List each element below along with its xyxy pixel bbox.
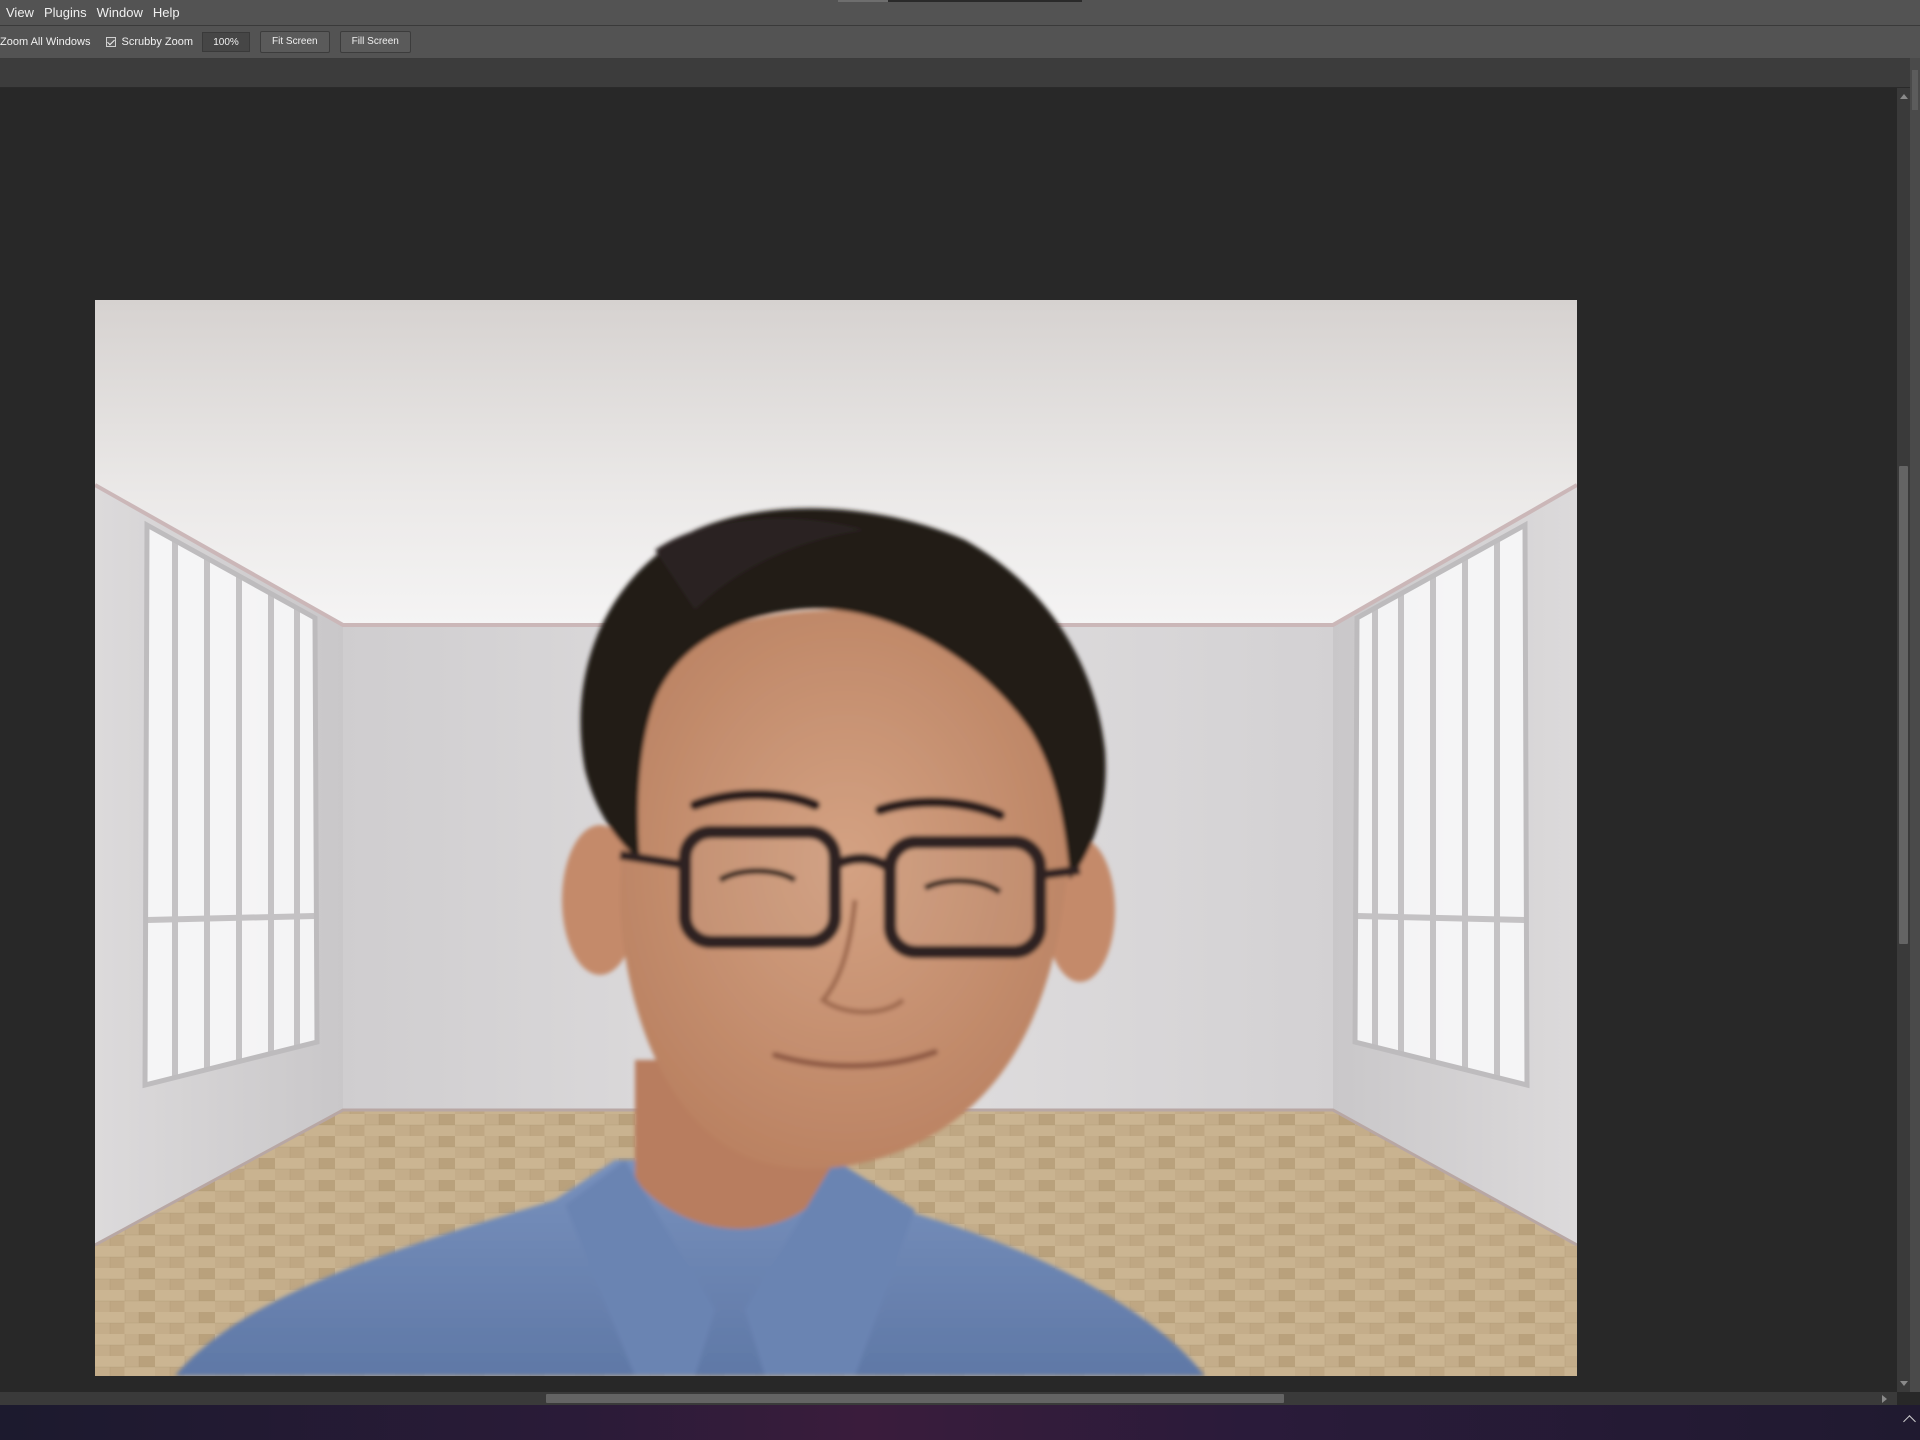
title-accent [888,0,1082,2]
document-image[interactable] [95,300,1577,1376]
zoom-percent-field[interactable]: 100% [202,32,251,52]
menu-view[interactable]: View [0,0,39,25]
room-portrait-illustration [95,300,1577,1376]
right-panel-edge [1910,58,1920,1392]
zoom-all-windows-label[interactable]: Zoom All Windows [0,36,90,48]
scroll-up-icon[interactable] [1900,94,1908,99]
scrubby-zoom-label[interactable]: Scrubby Zoom [121,36,193,48]
menu-bar: View Plugins Window Help [0,0,1920,26]
fill-screen-button[interactable]: Fill Screen [339,31,411,53]
taskbar [0,1405,1920,1440]
scroll-down-icon[interactable] [1900,1381,1908,1386]
menu-help[interactable]: Help [148,0,185,25]
panel-notch [1912,70,1918,110]
canvas-area[interactable] [0,88,1897,1392]
document-tab-strip [0,59,1920,88]
right-window [1352,520,1530,1089]
fit-screen-button[interactable]: Fit Screen [260,31,330,53]
options-bar: Zoom All Windows Scrubby Zoom 100% Fit S… [0,26,1920,59]
scroll-right-icon[interactable] [1882,1395,1887,1403]
vertical-scrollbar[interactable] [1897,88,1910,1392]
vertical-scroll-thumb[interactable] [1899,466,1908,944]
scrubby-zoom-checkbox[interactable] [106,37,117,47]
left-window [142,520,320,1089]
horizontal-scrollbar[interactable] [0,1392,1897,1405]
menu-plugins[interactable]: Plugins [39,0,92,25]
chevron-up-icon[interactable] [1903,1415,1916,1428]
window-title-indicator [838,0,1082,2]
horizontal-scroll-thumb[interactable] [546,1394,1284,1403]
menu-window[interactable]: Window [92,0,148,25]
